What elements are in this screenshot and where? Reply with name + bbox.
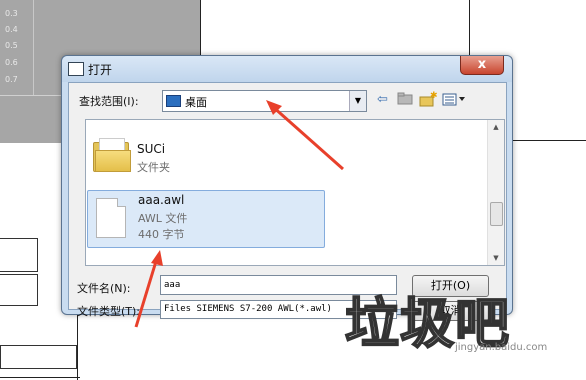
- app-icon: [68, 62, 84, 76]
- scrollbar[interactable]: ▲ ▼: [487, 120, 504, 265]
- bg-divider: [469, 0, 470, 55]
- folder-icon: [93, 138, 131, 172]
- open-file-dialog: 打开 x 查找范围(I): 桌面 ▼ ⇦ ✱ SUCi 文件夹 aaa.awl …: [61, 55, 513, 321]
- look-in-value: 桌面: [185, 96, 207, 109]
- dialog-titlebar[interactable]: 打开 x: [62, 56, 512, 82]
- new-folder-icon[interactable]: ✱: [419, 91, 438, 108]
- filetype-label: 文件类型(T):: [77, 305, 141, 318]
- dialog-body: 查找范围(I): 桌面 ▼ ⇦ ✱ SUCi 文件夹 aaa.awl AWL 文…: [68, 82, 507, 321]
- bg-row: 0.6: [5, 58, 18, 67]
- bg-row: 0.5: [5, 41, 18, 50]
- bg-box: [0, 274, 38, 306]
- file-type: 文件夹: [137, 161, 170, 174]
- list-item-selected[interactable]: aaa.awl AWL 文件 440 字节: [87, 190, 325, 248]
- scroll-thumb[interactable]: [490, 202, 503, 226]
- file-name: SUCi: [137, 142, 166, 156]
- bg-divider: [200, 0, 201, 55]
- scroll-up-icon[interactable]: ▲: [488, 120, 504, 134]
- list-item[interactable]: SUCi 文件夹: [87, 120, 323, 180]
- scroll-down-icon[interactable]: ▼: [488, 251, 504, 265]
- back-arrow-icon[interactable]: ⇦: [374, 91, 391, 108]
- bg-divider: [77, 313, 78, 380]
- look-in-label: 查找范围(I):: [79, 95, 139, 108]
- bg-divider: [0, 377, 80, 378]
- bg-divider: [511, 140, 586, 141]
- filetype-value: Files SIEMENS S7-200 AWL(*.awl): [164, 304, 332, 314]
- bg-box: [0, 345, 77, 369]
- svg-text:✱: ✱: [430, 91, 437, 101]
- bg-divider: [33, 0, 34, 95]
- bg-row: 0.7: [5, 75, 18, 84]
- bg-box: [0, 238, 38, 272]
- bg-row: 0.3: [5, 9, 18, 18]
- view-menu-icon[interactable]: [442, 91, 468, 108]
- file-type: AWL 文件: [138, 212, 188, 225]
- filename-value: aaa: [164, 280, 181, 290]
- dialog-title: 打开: [88, 63, 113, 77]
- desktop-icon: [166, 95, 181, 107]
- file-name: aaa.awl: [138, 193, 185, 207]
- up-folder-icon[interactable]: [396, 91, 413, 108]
- document-icon: [96, 198, 126, 238]
- file-size: 440 字节: [138, 228, 185, 241]
- look-in-dropdown[interactable]: 桌面 ▼: [162, 90, 367, 112]
- close-button[interactable]: x: [460, 56, 504, 75]
- file-list[interactable]: SUCi 文件夹 aaa.awl AWL 文件 440 字节 ▲ ▼: [85, 119, 505, 266]
- chevron-down-icon[interactable]: ▼: [349, 91, 366, 111]
- bg-row: 0.4: [5, 25, 18, 34]
- watermark-url: jingyan.baidu.com: [455, 342, 548, 353]
- filename-label: 文件名(N):: [77, 282, 131, 295]
